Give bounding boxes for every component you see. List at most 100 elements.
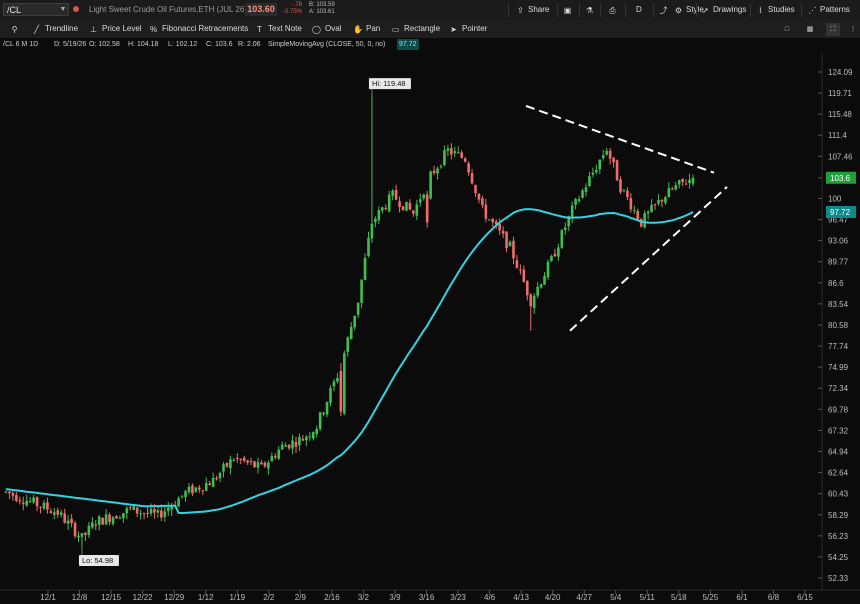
sma-price-tag-label: 97.72 [830,208,851,217]
rectangle-tool[interactable]: ▭ Rectangle [391,22,440,36]
candle-body [412,210,415,214]
candle-body [146,512,149,514]
candle-body [166,507,170,512]
candle-body [525,280,529,296]
candle-body [80,533,84,537]
candle-body [325,402,329,415]
candle-body [481,198,484,206]
candle-body [329,388,332,403]
divider [653,3,654,17]
y-tick-label: 58.29 [828,511,849,520]
candle-body [211,477,215,487]
candle-body [615,160,619,181]
candle-body [591,172,595,175]
candle-body [550,256,553,262]
candle-body [49,511,53,513]
candle-body [270,455,274,462]
candle-body [598,159,602,170]
candle-body [291,440,294,449]
candle-body [356,302,360,315]
x-tick-label: 2/16 [324,593,340,602]
maximize-icon[interactable]: ⛶ [826,23,840,36]
candle-body [401,206,405,210]
candle-body [619,179,622,193]
save-button[interactable]: ▣ [563,3,572,17]
candle-body [198,487,201,490]
trendline-tool[interactable]: ╱ Trendline [32,22,78,36]
fibonacci-tool[interactable]: % Fibonacci Retracements [149,22,248,36]
candle-body [463,158,467,162]
candle-body [688,179,691,184]
pan-tool[interactable]: ✋ Pan [353,22,380,36]
candle-body [557,247,560,257]
hand-icon: ✋ [353,24,363,34]
candle-body [77,535,80,538]
chart-title: /CL 6 M 1D [3,41,39,48]
candle-body [536,286,539,296]
y-tick-label: 69.78 [828,405,849,414]
y-tick-label: 107.46 [828,152,853,161]
candle-body [484,204,488,219]
price-chart[interactable]: 124.09119.71115.48111.4107.46103.610096.… [0,52,860,604]
candle-body [629,198,633,210]
oval-tool[interactable]: ◯ Oval [312,22,341,36]
x-tick-label: 3/23 [450,593,466,602]
candle-body [91,522,94,528]
chevron-down-icon[interactable]: ▼ [57,4,69,15]
candle-body [25,500,29,506]
more-icon[interactable]: ⋮ [846,23,860,36]
ohlc-high: H: 104.18 [128,41,159,48]
candle-body [519,269,522,271]
candle-body [439,166,443,168]
candle-body [684,183,688,185]
print-button[interactable]: ⎙ [608,3,617,17]
candle-body [608,150,612,159]
flask-button[interactable]: ⚗ [585,3,594,17]
candle-body [522,269,526,282]
drawings-button[interactable]: ➚ Drawings [701,3,746,17]
candle-body [474,185,477,194]
candle-body [450,148,453,155]
candle-body [28,501,32,503]
candle-body [394,189,398,200]
pointer-tool[interactable]: ➤ Pointer [449,22,487,36]
text-note-tool[interactable]: T Text Note [255,22,302,36]
candle-body [53,512,56,515]
candle-body [301,438,305,441]
x-tick-label: 5/4 [610,593,622,602]
last-price-tag-label: 103.6 [830,174,851,183]
flask-icon: ⚗ [585,5,594,15]
gear-icon: ⚙ [674,5,683,15]
x-tick-label: 3/2 [358,593,370,602]
candle-body [367,237,370,256]
candle-body [153,508,156,513]
studies-button[interactable]: ⌇ Studies [756,3,795,17]
patterns-button[interactable]: ⋰ Patterns [808,3,850,17]
candle-body [626,190,629,198]
instrument-description: Light Sweet Crude Oil Futures,ETH (JUL 2… [89,5,247,14]
candle-body [104,514,108,525]
x-tick-label: 2/2 [263,593,275,602]
minimize-icon[interactable]: □ [780,23,794,36]
candle-body [42,502,46,509]
candle-body [643,213,646,228]
candle-body [380,207,384,211]
candle-body [21,502,25,504]
candle-body [560,230,564,248]
candle-body [70,518,73,524]
y-tick-label: 119.71 [828,89,852,98]
divider [696,3,697,17]
pin-button[interactable]: ⚲ [10,22,19,36]
hi-label: Hi: 119.48 [372,79,406,88]
period-button[interactable]: D [636,3,642,17]
candle-body [422,194,426,199]
style-button[interactable]: ⚙ Style [674,3,704,17]
candle-body [118,517,122,519]
x-tick-label: 4/27 [576,593,592,602]
share-button[interactable]: ⇪ Share [516,3,549,17]
compare-button[interactable]: ⤴ [659,3,668,17]
price-level-tool[interactable]: ⊥ Price Level [89,22,142,36]
candle-body [467,163,470,173]
candle-body [601,155,605,158]
grid-layout-icon[interactable]: ▦ [803,23,817,36]
